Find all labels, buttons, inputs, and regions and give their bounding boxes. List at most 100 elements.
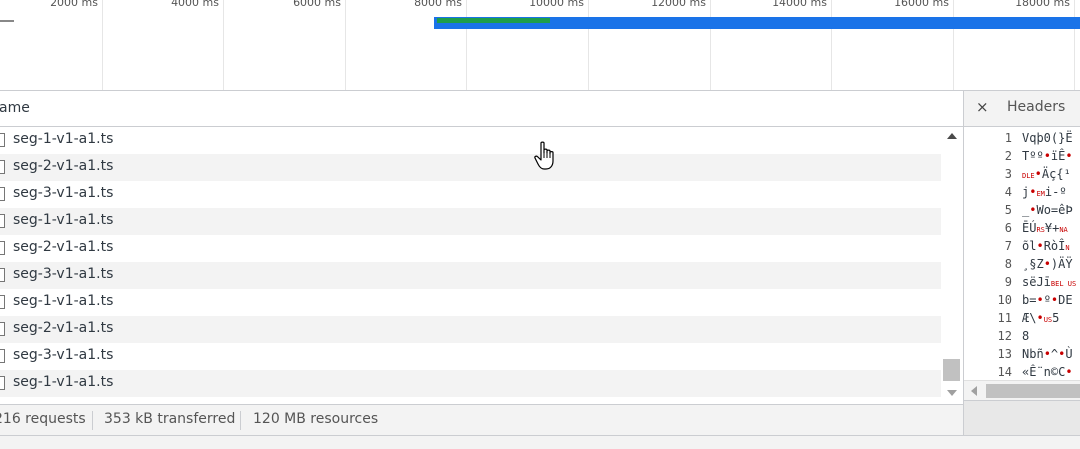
gridline: [588, 0, 589, 91]
requests-table: ame seg-1-v1-a1.ts seg-2-v1-a1.ts seg-3-…: [0, 91, 963, 404]
code-line: 14 «Ê¨n©C•: [964, 365, 1080, 380]
code-line: 12 8: [964, 329, 1080, 347]
gridline: [1074, 0, 1075, 91]
horizontal-scrollbar[interactable]: [964, 380, 1080, 400]
table-row[interactable]: seg-2-v1-a1.ts: [0, 154, 941, 181]
network-overview[interactable]: 2000 ms 4000 ms 6000 ms 8000 ms 10000 ms…: [0, 0, 1080, 91]
code-line: 4 j•EMi-º: [964, 185, 1080, 203]
table-row[interactable]: seg-2-v1-a1.ts: [0, 235, 941, 262]
file-icon: [0, 160, 5, 174]
file-icon: [0, 214, 5, 228]
request-name: seg-3-v1-a1.ts: [13, 347, 114, 363]
request-rows: seg-1-v1-a1.ts seg-2-v1-a1.ts seg-3-v1-a…: [0, 127, 941, 404]
line-number: 11: [997, 311, 1012, 325]
scrollbar-thumb[interactable]: [986, 384, 1080, 398]
gridline: [223, 0, 224, 91]
line-number: 1: [1004, 131, 1012, 145]
drawer-tabbar[interactable]: [0, 435, 1080, 449]
code-line: 9 sëJīBEL US: [964, 275, 1080, 293]
gridline: [102, 0, 103, 91]
code-line: 10 b=•º•DE: [964, 293, 1080, 311]
details-footer: [964, 400, 1080, 435]
table-row[interactable]: seg-1-v1-a1.ts: [0, 127, 941, 154]
table-row[interactable]: seg-3-v1-a1.ts: [0, 181, 941, 208]
table-row[interactable]: seg-2-v1-a1.ts: [0, 316, 941, 343]
line-number: 3: [1004, 167, 1012, 181]
line-number: 5: [1004, 203, 1012, 217]
gridline: [953, 0, 954, 91]
code-line: 2 Tºº•ïÊ•: [964, 149, 1080, 167]
tab-headers[interactable]: Headers: [1007, 99, 1065, 115]
file-icon: [0, 349, 5, 363]
code-line: 5 _•Wo=êÞ: [964, 203, 1080, 221]
code-line: 3 DLE•Äç{¹: [964, 167, 1080, 185]
line-number: 2: [1004, 149, 1012, 163]
table-row[interactable]: seg-3-v1-a1.ts: [0, 343, 941, 370]
response-preview[interactable]: 1 Vqþ0(}Ë 2 Tºº•ïÊ• 3 DLE•Äç{¹ 4 j•EMi-º 5 _•…: [964, 128, 1080, 380]
scroll-up-icon[interactable]: [947, 133, 957, 139]
request-details-panel: × Headers 1 Vqþ0(}Ë 2 Tºº•ïÊ• 3 DLE•Äç{¹ 4j…: [963, 91, 1080, 435]
divider: [92, 411, 93, 430]
table-row[interactable]: seg-1-v1-a1.ts: [0, 370, 941, 397]
request-name: seg-1-v1-a1.ts: [13, 131, 114, 147]
tick-label: 4000 ms: [171, 0, 219, 9]
code-line: 6 ĒÚRS¥+NA: [964, 221, 1080, 239]
line-number: 9: [1004, 275, 1012, 289]
file-icon: [0, 322, 5, 336]
gridline: [345, 0, 346, 91]
transferred-size: 353 kB transferred: [104, 411, 236, 427]
request-name: seg-1-v1-a1.ts: [13, 293, 114, 309]
tick-label: 18000 ms: [1015, 0, 1070, 9]
gridline: [710, 0, 711, 91]
code-line: 11 Æ\•US5: [964, 311, 1080, 329]
request-name: seg-2-v1-a1.ts: [13, 158, 114, 174]
code-line: 13 Nbñ•^•Ù: [964, 347, 1080, 365]
file-icon: [0, 376, 5, 390]
table-row[interactable]: seg-1-v1-a1.ts: [0, 289, 941, 316]
request-name: seg-2-v1-a1.ts: [13, 320, 114, 336]
line-number: 7: [1004, 239, 1012, 253]
tick-label: 14000 ms: [772, 0, 827, 9]
line-number: 12: [997, 329, 1012, 343]
code-line: 1 Vqþ0(}Ë: [964, 131, 1080, 149]
line-number: 4: [1004, 185, 1012, 199]
timeline-marker: [0, 20, 14, 22]
code-line: 7 õl•RòÎN: [964, 239, 1080, 257]
tick-label: 16000 ms: [894, 0, 949, 9]
line-number: 10: [997, 293, 1012, 307]
network-summary-bar: 216 requests 353 kB transferred 120 MB r…: [0, 404, 963, 435]
hand-pointer-icon: [534, 141, 554, 170]
table-header[interactable]: ame: [0, 91, 963, 127]
scroll-down-icon[interactable]: [947, 390, 957, 396]
gridline: [831, 0, 832, 91]
tick-label: 6000 ms: [293, 0, 341, 9]
request-name: seg-2-v1-a1.ts: [13, 239, 114, 255]
resources-size: 120 MB resources: [253, 411, 379, 427]
requests-count: 216 requests: [0, 411, 86, 427]
file-icon: [0, 187, 5, 201]
waterfall-receive-bar: [437, 18, 550, 23]
tick-label: 8000 ms: [414, 0, 462, 9]
request-name: seg-1-v1-a1.ts: [13, 374, 114, 390]
line-number: 14: [997, 365, 1012, 379]
file-icon: [0, 268, 5, 282]
vertical-scrollbar[interactable]: [941, 127, 963, 404]
table-row[interactable]: seg-1-v1-a1.ts: [0, 208, 941, 235]
request-name: seg-3-v1-a1.ts: [13, 266, 114, 282]
line-number: 6: [1004, 221, 1012, 235]
file-icon: [0, 295, 5, 309]
file-icon: [0, 241, 5, 255]
scroll-left-icon[interactable]: [971, 386, 977, 396]
details-tabbar: × Headers: [964, 91, 1080, 127]
tick-label: 2000 ms: [50, 0, 98, 9]
request-name: seg-3-v1-a1.ts: [13, 185, 114, 201]
scrollbar-thumb[interactable]: [943, 359, 960, 381]
close-icon[interactable]: ×: [976, 98, 989, 116]
request-name: seg-1-v1-a1.ts: [13, 212, 114, 228]
table-row[interactable]: seg-3-v1-a1.ts: [0, 262, 941, 289]
column-header-name[interactable]: ame: [0, 100, 30, 116]
code-line: 8 ¸§Z•)ÄŸ: [964, 257, 1080, 275]
line-number: 13: [997, 347, 1012, 361]
file-icon: [0, 133, 5, 147]
tick-label: 10000 ms: [529, 0, 584, 9]
